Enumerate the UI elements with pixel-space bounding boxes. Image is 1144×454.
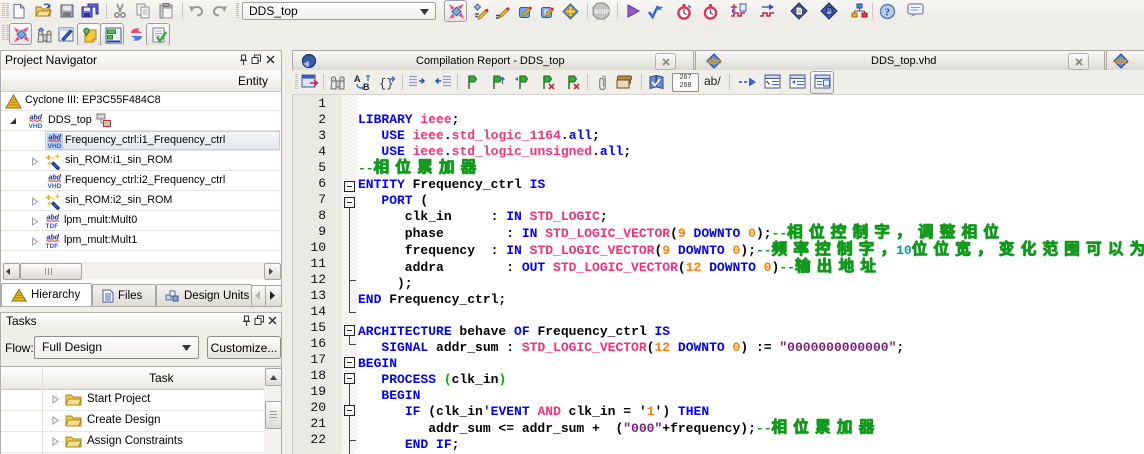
svg-text:abc: abc xyxy=(708,57,722,66)
svg-text:?: ? xyxy=(884,6,890,18)
svg-text:STOP: STOP xyxy=(595,10,610,16)
svg-text:B: B xyxy=(363,82,370,91)
svg-text:VHD: VHD xyxy=(29,123,43,129)
svg-text:TDF: TDF xyxy=(46,243,59,249)
svg-text:VHD: VHD xyxy=(48,143,62,149)
svg-text:VHD: VHD xyxy=(48,183,62,189)
svg-text:TDF: TDF xyxy=(46,223,59,229)
svg-text:abc: abc xyxy=(1115,57,1129,66)
svg-text:A: A xyxy=(354,74,361,84)
